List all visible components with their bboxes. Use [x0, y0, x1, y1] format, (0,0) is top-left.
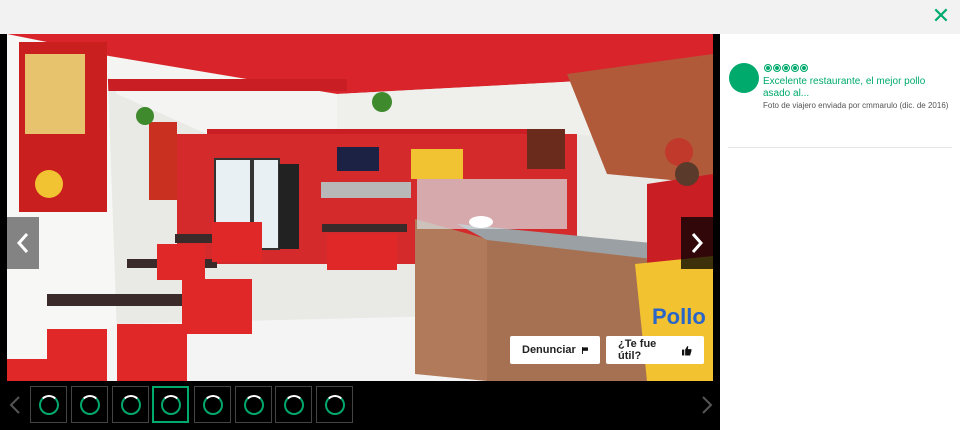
loading-spinner-icon: [202, 394, 223, 415]
loading-spinner-icon: [120, 394, 141, 415]
report-label: Denunciar: [522, 344, 576, 356]
divider: [728, 147, 952, 148]
svg-text:Pollo: Pollo: [652, 304, 706, 329]
credit-date: (dic. de 2016): [897, 101, 949, 110]
review-title-link[interactable]: Excelente restaurante, el mejor pollo as…: [763, 76, 955, 100]
credit-prefix: Foto de viajero enviada por: [763, 101, 863, 110]
close-icon[interactable]: ✕: [930, 6, 952, 28]
rating-bubble-icon: [800, 64, 808, 72]
previous-photo-button[interactable]: [7, 217, 39, 269]
thumbnail[interactable]: [30, 386, 67, 423]
helpful-button[interactable]: ¿Te fue útil?: [606, 336, 704, 364]
rating-bubble-icon: [764, 64, 772, 72]
thumbs-up-icon: [682, 345, 692, 355]
loading-spinner-icon: [160, 394, 181, 415]
credit-username[interactable]: cmmarulo: [862, 101, 897, 110]
loading-spinner-icon: [38, 394, 59, 415]
photo-viewer: Pollo Denunciar ¿Te fue útil?: [0, 34, 720, 430]
bubble-rating: [764, 64, 809, 72]
next-photo-button[interactable]: [681, 217, 713, 269]
chevron-left-icon: [16, 233, 29, 253]
thumbnail[interactable]: [194, 386, 231, 423]
thumbnail[interactable]: [112, 386, 149, 423]
thumbnails-next-icon[interactable]: [700, 395, 714, 415]
restaurant-photo-illustration: Pollo: [7, 34, 713, 381]
thumbnail[interactable]: [71, 386, 108, 423]
helpful-label: ¿Te fue útil?: [618, 338, 657, 362]
thumbnail[interactable]: [275, 386, 312, 423]
rating-bubble-icon: [773, 64, 781, 72]
avatar[interactable]: [729, 63, 759, 93]
thumbnail-strip: [0, 381, 720, 430]
loading-spinner-icon: [324, 394, 345, 415]
rating-bubble-icon: [782, 64, 790, 72]
loading-spinner-icon: [243, 394, 264, 415]
restaurant-photo: Pollo: [7, 34, 713, 381]
top-bar: ✕: [0, 0, 960, 34]
photo-info-panel: Excelente restaurante, el mejor pollo as…: [720, 34, 960, 430]
flag-icon: [581, 346, 588, 354]
chevron-right-icon: [691, 233, 704, 253]
loading-spinner-icon: [283, 394, 304, 415]
thumbnail-active[interactable]: [152, 386, 189, 423]
thumbnail[interactable]: [235, 386, 272, 423]
thumbnail[interactable]: [316, 386, 353, 423]
photo-credit: Foto de viajero enviada por cmmarulo (di…: [763, 100, 955, 111]
report-button[interactable]: Denunciar: [510, 336, 600, 364]
thumbnails-prev-icon[interactable]: [8, 395, 22, 415]
rating-bubble-icon: [791, 64, 799, 72]
loading-spinner-icon: [79, 394, 100, 415]
